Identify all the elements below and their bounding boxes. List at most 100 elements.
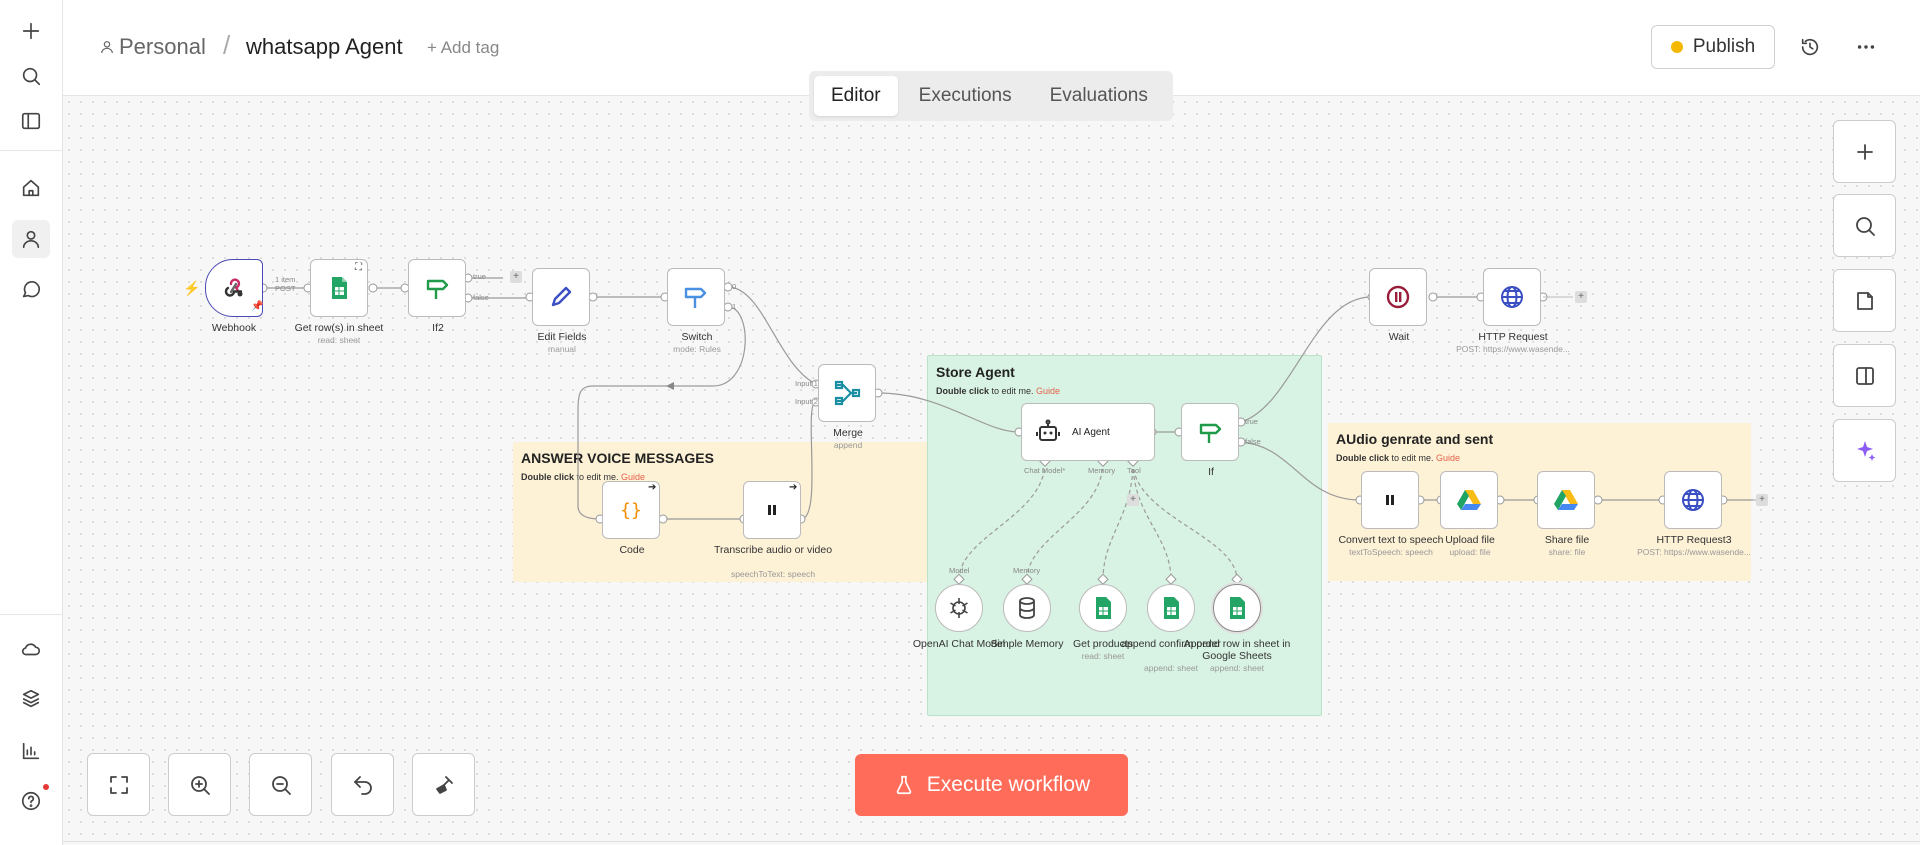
webhook-icon bbox=[224, 278, 243, 297]
switch-output-1-label: 1 bbox=[732, 302, 737, 311]
search-icon bbox=[1855, 216, 1875, 236]
search-nodes-button[interactable] bbox=[1833, 194, 1896, 257]
add-tag-button[interactable]: + Add tag bbox=[427, 38, 499, 58]
node-convert-text-to-speech[interactable] bbox=[1361, 471, 1419, 529]
node-http-request3[interactable] bbox=[1664, 471, 1722, 529]
tab-evaluations[interactable]: Evaluations bbox=[1033, 76, 1165, 116]
google-drive-icon bbox=[1457, 490, 1481, 510]
node-upload-file[interactable] bbox=[1440, 471, 1498, 529]
chat-icon[interactable] bbox=[12, 272, 50, 310]
node-simple-memory[interactable] bbox=[1003, 584, 1051, 632]
publish-button[interactable]: Publish bbox=[1651, 25, 1775, 69]
node-edit-fields[interactable] bbox=[532, 268, 590, 326]
node-if[interactable] bbox=[1181, 403, 1239, 461]
node-append-confirm-order[interactable] bbox=[1147, 584, 1195, 632]
publish-label: Publish bbox=[1692, 36, 1756, 57]
zoom-out-button[interactable] bbox=[249, 753, 312, 816]
connection bbox=[1132, 461, 1172, 581]
if-false-label: false bbox=[1245, 437, 1261, 446]
add-node-plus-icon[interactable]: + bbox=[510, 271, 522, 283]
node-http-request[interactable] bbox=[1483, 268, 1541, 326]
pin-icon: 📌 bbox=[251, 301, 264, 312]
zoom-in-button[interactable] bbox=[168, 753, 231, 816]
node-label: Transcribe audio or video bbox=[713, 544, 833, 556]
node-label: Edit Fields bbox=[537, 331, 587, 343]
tab-executions[interactable]: Executions bbox=[902, 76, 1029, 116]
arrow-icon: ➔ bbox=[648, 482, 657, 493]
undo-button[interactable] bbox=[331, 753, 394, 816]
if-signpost-icon bbox=[1199, 423, 1222, 443]
add-tool-plus-icon[interactable]: + bbox=[1127, 494, 1139, 506]
home-icon[interactable] bbox=[12, 169, 50, 207]
toggle-panel-button[interactable] bbox=[1833, 344, 1896, 407]
google-sheets-icon bbox=[1230, 597, 1245, 619]
trigger-lightning-icon: ⚡ bbox=[183, 280, 201, 296]
connection bbox=[800, 401, 817, 520]
wait-pause-icon bbox=[1386, 285, 1410, 309]
node-subtitle: POST: https://www.wasende... bbox=[1456, 344, 1570, 354]
connections-layer bbox=[258, 273, 1763, 585]
if-signpost-icon bbox=[426, 279, 449, 299]
merge-input-1-label: Input 1 bbox=[795, 379, 818, 388]
node-wait[interactable] bbox=[1369, 268, 1427, 326]
node-label: Share file bbox=[1544, 534, 1590, 546]
sparkle-icon bbox=[1856, 440, 1875, 461]
node-label: Merge bbox=[833, 427, 863, 439]
node-merge[interactable] bbox=[818, 364, 876, 422]
pause-icon bbox=[1386, 495, 1394, 505]
connection-label-method: POST bbox=[275, 284, 296, 293]
node-get-products[interactable] bbox=[1079, 584, 1127, 632]
insights-icon[interactable] bbox=[12, 732, 50, 770]
node-openai-chat-model[interactable] bbox=[935, 584, 983, 632]
agent-model-port-label: Chat Model* bbox=[1024, 466, 1066, 475]
workflow-canvas[interactable]: ANSWER VOICE MESSAGES Double click to ed… bbox=[63, 96, 1920, 845]
google-sheets-icon bbox=[1164, 597, 1179, 619]
merge-input-2-label: Input 2 bbox=[795, 397, 818, 406]
agent-tool-port-label: Tool bbox=[1127, 466, 1141, 475]
search-icon[interactable] bbox=[12, 57, 50, 95]
add-sticky-button[interactable] bbox=[1833, 269, 1896, 332]
tidy-up-button[interactable] bbox=[412, 753, 475, 816]
add-node-plus-icon[interactable]: + bbox=[1756, 494, 1768, 506]
execute-workflow-button[interactable]: Execute workflow bbox=[855, 754, 1128, 816]
templates-icon[interactable] bbox=[12, 680, 50, 718]
add-icon[interactable] bbox=[12, 12, 50, 50]
sidebar-toggle-icon[interactable] bbox=[12, 102, 50, 140]
node-share-file[interactable] bbox=[1537, 471, 1595, 529]
more-options-icon[interactable] bbox=[1851, 32, 1881, 62]
zoom-in-icon bbox=[190, 775, 210, 795]
connection bbox=[1132, 461, 1238, 581]
node-subtitle: POST: https://www.wasende... bbox=[1637, 547, 1751, 557]
if-true-label: true bbox=[1245, 417, 1258, 426]
node-ai-agent[interactable]: AI Agent bbox=[1021, 403, 1155, 461]
workflow-name[interactable]: whatsapp Agent bbox=[246, 34, 403, 60]
broom-icon bbox=[435, 775, 453, 794]
add-node-plus-icon[interactable]: + bbox=[1575, 291, 1587, 303]
memory-port-label: Memory bbox=[1013, 566, 1041, 575]
node-append-row-in-sheet[interactable] bbox=[1213, 584, 1261, 632]
zoom-out-icon bbox=[271, 775, 291, 795]
sticky-note-icon bbox=[1856, 291, 1873, 310]
if-true-label: true bbox=[473, 272, 486, 281]
node-if2[interactable] bbox=[408, 259, 466, 317]
add-node-button[interactable] bbox=[1833, 120, 1896, 183]
node-label: Code bbox=[619, 544, 645, 556]
divider bbox=[0, 614, 63, 615]
breadcrumb-project[interactable]: Personal bbox=[99, 34, 206, 60]
svg-text:{}: {} bbox=[620, 500, 642, 521]
globe-icon bbox=[1501, 286, 1523, 308]
personal-icon[interactable] bbox=[12, 220, 50, 258]
node-subtitle: append bbox=[833, 440, 863, 450]
fit-to-view-icon bbox=[109, 775, 128, 794]
node-switch[interactable] bbox=[667, 268, 725, 326]
node-label: HTTP Request bbox=[1478, 331, 1548, 343]
globe-icon bbox=[1682, 489, 1704, 511]
view-tabs: Editor Executions Evaluations bbox=[809, 71, 1173, 121]
ai-assistant-button[interactable] bbox=[1833, 419, 1896, 482]
tab-editor[interactable]: Editor bbox=[814, 76, 898, 116]
history-icon[interactable] bbox=[1795, 32, 1825, 62]
pencil-icon bbox=[551, 286, 572, 307]
cloud-icon[interactable] bbox=[12, 630, 50, 668]
fit-view-button[interactable] bbox=[87, 753, 150, 816]
left-sidebar bbox=[0, 0, 63, 845]
